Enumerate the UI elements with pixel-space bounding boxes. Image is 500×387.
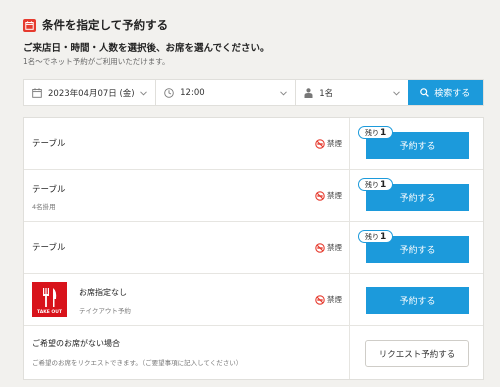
no-smoking-icon [315, 190, 325, 201]
remaining-label: 残り [365, 128, 379, 137]
search-icon [420, 88, 430, 97]
reserve-button-label: 予約する [399, 194, 436, 204]
request-button-label: リクエスト予約する [378, 349, 456, 360]
seat-list: テーブル 禁煙 予約する 残り 1 テーブル 4名掛用 禁煙 予約する 残り 1… [23, 117, 484, 380]
remaining-badge: 残り 1 [358, 230, 394, 243]
request-description: ご希望のお席をリクエストできます。（ご要望事項に記入してください） [32, 359, 243, 367]
page-title: 条件を指定して予約する [42, 18, 169, 32]
remaining-count: 1 [380, 231, 387, 242]
row-divider [349, 326, 350, 379]
section-header: 条件を指定して予約する [23, 17, 168, 33]
people-value: 1名 [319, 88, 334, 99]
no-smoking-text: 禁煙 [327, 139, 342, 148]
seat-name: テーブル [32, 243, 66, 253]
date-value: 2023年04月07日 (金) [48, 88, 135, 99]
no-smoking-text: 禁煙 [327, 191, 342, 200]
reserve-button-label: 予約する [399, 297, 436, 307]
clock-icon [164, 87, 174, 98]
chevron-down-icon [392, 89, 400, 99]
search-button[interactable]: 検索する [407, 80, 483, 105]
no-smoking-label: 禁煙 [315, 294, 342, 305]
takeout-thumbnail-text: TAKE OUT [37, 310, 62, 315]
remaining-badge: 残り 1 [358, 178, 394, 191]
time-select[interactable]: 12:00 [156, 80, 297, 105]
request-reserve-button[interactable]: リクエスト予約する [365, 340, 469, 367]
time-value: 12:00 [180, 87, 205, 98]
calendar-icon [23, 18, 36, 32]
seat-row: テーブル 禁煙 予約する 残り 1 [24, 222, 483, 274]
no-smoking-label: 禁煙 [315, 190, 342, 201]
search-bar: 2023年04月07日 (金) 12:00 1名 検索する [23, 79, 484, 106]
seat-name: お席指定なし [79, 288, 127, 297]
seat-row: テーブル 4名掛用 禁煙 予約する 残り 1 [24, 170, 483, 222]
seat-name: テーブル [32, 139, 66, 149]
row-divider [349, 222, 350, 273]
row-divider [349, 118, 350, 169]
calendar-icon [32, 87, 42, 98]
remaining-badge: 残り 1 [358, 126, 394, 139]
remaining-count: 1 [380, 127, 387, 138]
row-divider [349, 170, 350, 221]
no-smoking-icon [315, 242, 325, 253]
chevron-down-icon [140, 89, 147, 99]
seat-row: テーブル 禁煙 予約する 残り 1 [24, 118, 483, 170]
request-title: ご希望のお席がない場合 [32, 339, 120, 348]
no-smoking-icon [315, 138, 325, 149]
reservation-page: 条件を指定して予約する ご来店日・時間・人数を選択後、お席を選んでください。 1… [0, 0, 500, 387]
reserve-button-label: 予約する [399, 142, 436, 152]
seat-row: TAKE OUT お席指定なし テイクアウト予約 禁煙 予約する [24, 274, 483, 326]
seat-note: テイクアウト予約 [79, 307, 131, 315]
remaining-label: 残り [365, 232, 379, 241]
remaining-count: 1 [380, 179, 387, 190]
no-smoking-label: 禁煙 [315, 242, 342, 253]
person-icon [304, 87, 313, 98]
row-divider [349, 274, 350, 325]
instruction-text: ご来店日・時間・人数を選択後、お席を選んでください。 [23, 43, 270, 54]
reserve-button-label: 予約する [399, 246, 436, 256]
note-text: 1名〜でネット予約がご利用いただけます。 [23, 57, 170, 66]
request-row: ご希望のお席がない場合 ご希望のお席をリクエストできます。（ご要望事項に記入して… [24, 326, 483, 379]
takeout-thumbnail: TAKE OUT [32, 282, 67, 317]
no-smoking-label: 禁煙 [315, 138, 342, 149]
search-button-label: 検索する [434, 89, 471, 99]
remaining-label: 残り [365, 180, 379, 189]
fork-knife-icon [42, 288, 56, 307]
date-select[interactable]: 2023年04月07日 (金) [24, 80, 157, 105]
chevron-down-icon [280, 89, 288, 99]
seat-name: テーブル [32, 185, 66, 195]
no-smoking-text: 禁煙 [327, 243, 342, 252]
no-smoking-text: 禁煙 [327, 295, 342, 304]
people-select[interactable]: 1名 [296, 80, 407, 105]
no-smoking-icon [315, 294, 325, 305]
seat-note: 4名掛用 [32, 203, 56, 211]
reserve-button[interactable]: 予約する [366, 287, 469, 314]
